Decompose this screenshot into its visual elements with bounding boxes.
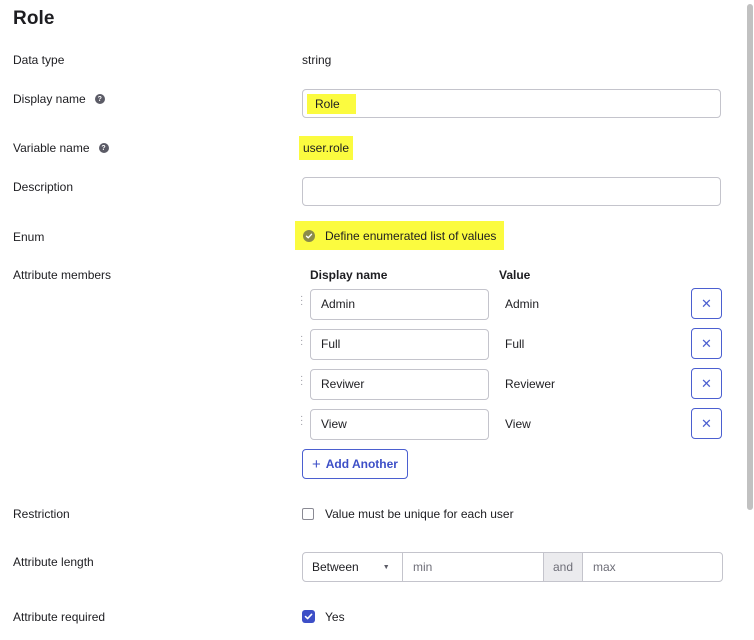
display-name-value: Role bbox=[307, 94, 356, 114]
remove-member-button[interactable]: ✕ bbox=[691, 408, 722, 439]
member-value: Full bbox=[505, 337, 525, 351]
variable-name-label: Variable name bbox=[13, 141, 90, 155]
scrollbar-thumb[interactable] bbox=[747, 4, 753, 510]
required-checkbox[interactable] bbox=[302, 610, 315, 623]
display-name-input[interactable]: Role bbox=[302, 89, 721, 118]
remove-member-button[interactable]: ✕ bbox=[691, 328, 722, 359]
length-mode-select[interactable]: Between ▼ bbox=[303, 553, 403, 581]
member-value: View bbox=[505, 417, 531, 431]
max-length-input[interactable]: max bbox=[583, 553, 722, 581]
help-icon[interactable]: ? bbox=[98, 143, 109, 153]
checkmark-icon bbox=[303, 229, 315, 242]
attribute-required-label: Attribute required bbox=[13, 610, 106, 624]
member-display-input[interactable]: View bbox=[310, 409, 489, 440]
member-row: · · · View View ✕ bbox=[300, 408, 724, 440]
remove-member-button[interactable]: ✕ bbox=[691, 368, 722, 399]
enum-checkbox-label: Define enumerated list of values bbox=[325, 228, 497, 243]
help-icon[interactable]: ? bbox=[94, 94, 105, 104]
variable-name-row-label: Variable name ? bbox=[13, 141, 109, 155]
unique-value-checkbox[interactable] bbox=[302, 508, 314, 520]
attribute-members-label: Attribute members bbox=[13, 268, 112, 282]
description-input[interactable] bbox=[302, 177, 721, 206]
close-icon: ✕ bbox=[701, 335, 712, 351]
min-length-input[interactable]: min bbox=[403, 553, 544, 581]
member-row: · · · Full Full ✕ bbox=[300, 328, 724, 360]
display-name-label: Display name bbox=[13, 92, 86, 106]
member-display-input[interactable]: Admin bbox=[310, 289, 489, 320]
scrollbar[interactable] bbox=[746, 0, 754, 640]
and-label: and bbox=[544, 553, 583, 581]
checkmark-icon bbox=[304, 613, 313, 620]
enum-checkbox[interactable]: Define enumerated list of values bbox=[295, 221, 504, 250]
length-mode-value: Between bbox=[312, 560, 359, 574]
description-label: Description bbox=[13, 180, 74, 194]
member-display-input[interactable]: Reviwer bbox=[310, 369, 489, 400]
data-type-label: Data type bbox=[13, 53, 65, 67]
plus-icon: + bbox=[312, 455, 321, 473]
add-another-label: Add Another bbox=[325, 457, 398, 471]
caret-down-icon: ▼ bbox=[382, 563, 390, 571]
add-another-button[interactable]: + Add Another bbox=[302, 449, 408, 479]
required-checkbox-label: Yes bbox=[325, 610, 345, 624]
variable-name-value: user.role bbox=[299, 136, 354, 160]
unique-value-checkbox-label: Value must be unique for each user bbox=[325, 507, 514, 521]
column-header-display-name: Display name bbox=[310, 268, 388, 282]
member-row: · · · Reviwer Reviewer ✕ bbox=[300, 368, 724, 400]
enum-label: Enum bbox=[13, 230, 45, 244]
data-type-value: string bbox=[302, 53, 332, 67]
restriction-label: Restriction bbox=[13, 507, 70, 521]
page-title: Role bbox=[13, 8, 55, 29]
close-icon: ✕ bbox=[701, 295, 712, 311]
remove-member-button[interactable]: ✕ bbox=[691, 288, 722, 319]
display-name-row-label: Display name ? bbox=[13, 92, 105, 106]
member-display-input[interactable]: Full bbox=[310, 329, 489, 360]
drag-handle-icon[interactable]: · · · bbox=[300, 332, 303, 350]
member-value: Reviewer bbox=[505, 377, 556, 391]
close-icon: ✕ bbox=[701, 415, 712, 431]
attribute-length-group: Between ▼ min and max bbox=[302, 552, 723, 582]
drag-handle-icon[interactable]: · · · bbox=[300, 372, 303, 390]
member-row: · · · Admin Admin ✕ bbox=[300, 288, 724, 320]
close-icon: ✕ bbox=[701, 375, 712, 391]
drag-handle-icon[interactable]: · · · bbox=[300, 292, 303, 310]
member-value: Admin bbox=[505, 297, 540, 311]
column-header-value: Value bbox=[499, 268, 531, 282]
attribute-length-label: Attribute length bbox=[13, 555, 94, 569]
drag-handle-icon[interactable]: · · · bbox=[300, 412, 303, 430]
